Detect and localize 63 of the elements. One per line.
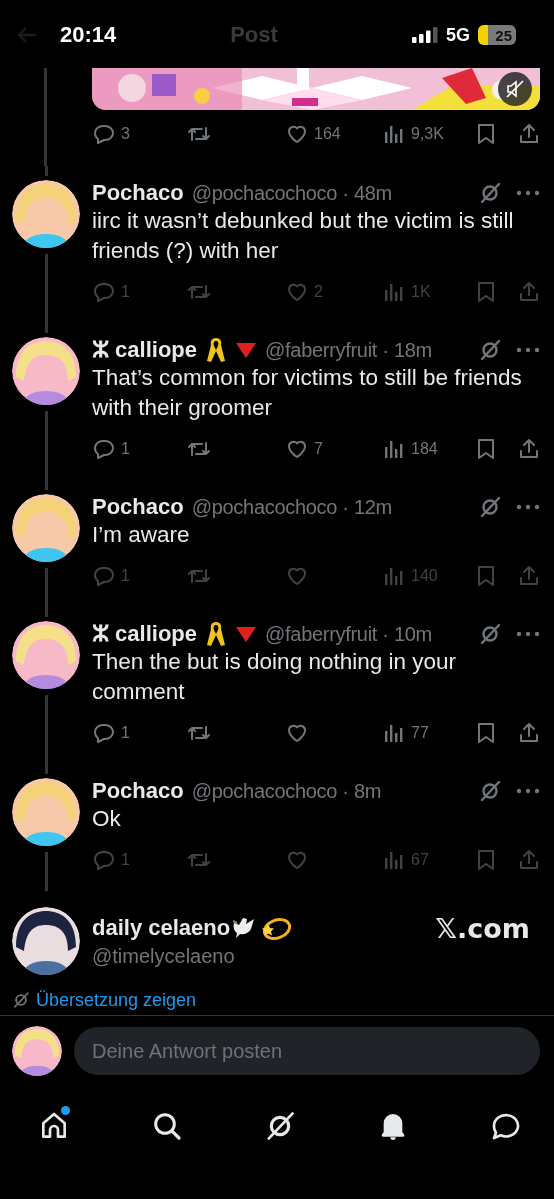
more-icon[interactable] (516, 788, 540, 794)
speaker-muted-icon (505, 79, 525, 99)
handle-and-time: @pochacochoco · 48m (191, 181, 392, 205)
reply-icon (92, 721, 116, 745)
views-button[interactable]: 77 (382, 718, 474, 748)
more-icon[interactable] (516, 190, 540, 196)
display-name[interactable]: daily celaeno (92, 915, 231, 941)
site-label: 𝕏.com (435, 913, 530, 944)
network-label: 5G (446, 24, 470, 46)
post-text: That’s common for victims to still be friends with their groomer (92, 364, 523, 422)
signal-icon (412, 27, 438, 43)
handle-and-time: @faberryfruit · 18m (265, 338, 432, 362)
more-icon[interactable] (516, 504, 540, 510)
avatar[interactable] (12, 1026, 62, 1076)
display-name[interactable]: Pochaco (92, 180, 184, 206)
reply-icon (92, 437, 116, 461)
display-name[interactable]: Pochaco (92, 778, 184, 804)
like-button[interactable]: 7 (285, 434, 382, 464)
views-button[interactable]: 184 (382, 434, 474, 464)
display-name[interactable]: ⵣ calliope (92, 621, 198, 647)
avatar[interactable] (12, 180, 80, 248)
slashed-circle-icon (12, 991, 30, 1009)
reply-button[interactable]: 1 (92, 718, 187, 748)
reply-icon (92, 564, 116, 588)
post-text: I’m aware (92, 521, 191, 549)
handle-and-time: @faberryfruit · 10m (265, 622, 432, 646)
avatar[interactable] (12, 778, 80, 846)
post-text: iirc it wasn’t debunked but the victim is still friends (?) with her (92, 207, 515, 265)
triangle-icon (235, 624, 258, 644)
share-icon (517, 122, 541, 146)
reply-icon (92, 122, 116, 146)
share-icon (517, 564, 541, 588)
share-icon (517, 280, 541, 304)
views-button[interactable]: 9,3K (382, 119, 474, 149)
reply-icon (92, 848, 116, 872)
ribbon-icon (205, 336, 228, 364)
avatar[interactable] (12, 621, 80, 689)
handle-and-time: @pochacochoco · 12m (191, 495, 392, 519)
clock: 20:14 (59, 22, 118, 48)
display-name[interactable]: ⵣ calliope (92, 337, 198, 363)
avatar[interactable] (12, 907, 80, 975)
more-icon[interactable] (516, 631, 540, 637)
more-icon[interactable] (516, 347, 540, 353)
reply-icon (92, 280, 116, 304)
reply-button[interactable]: 1 (92, 434, 187, 464)
share-icon (517, 848, 541, 872)
avatar[interactable] (12, 494, 80, 562)
handle-and-time: @pochacochoco · 8m (191, 779, 382, 803)
post-text: Then the but is doing nothing in your comment (92, 648, 457, 706)
share-icon (517, 721, 541, 745)
handle: @timelycelaeno (92, 945, 236, 968)
translate-link[interactable]: Übersetzung zeigen (36, 989, 197, 1011)
display-name[interactable]: Pochaco (92, 494, 184, 520)
battery-indicator: 25 (478, 25, 516, 45)
reply-button[interactable]: 3 (92, 119, 187, 149)
triangle-icon (235, 340, 258, 360)
share-icon (517, 437, 541, 461)
like-button[interactable]: 164 (285, 119, 382, 149)
reply-field[interactable]: Deine Antwort posten (74, 1027, 540, 1075)
ribbon-icon (205, 620, 228, 648)
avatar[interactable] (12, 337, 80, 405)
post-text: Ok (92, 805, 122, 833)
page-title: Post (230, 22, 278, 48)
